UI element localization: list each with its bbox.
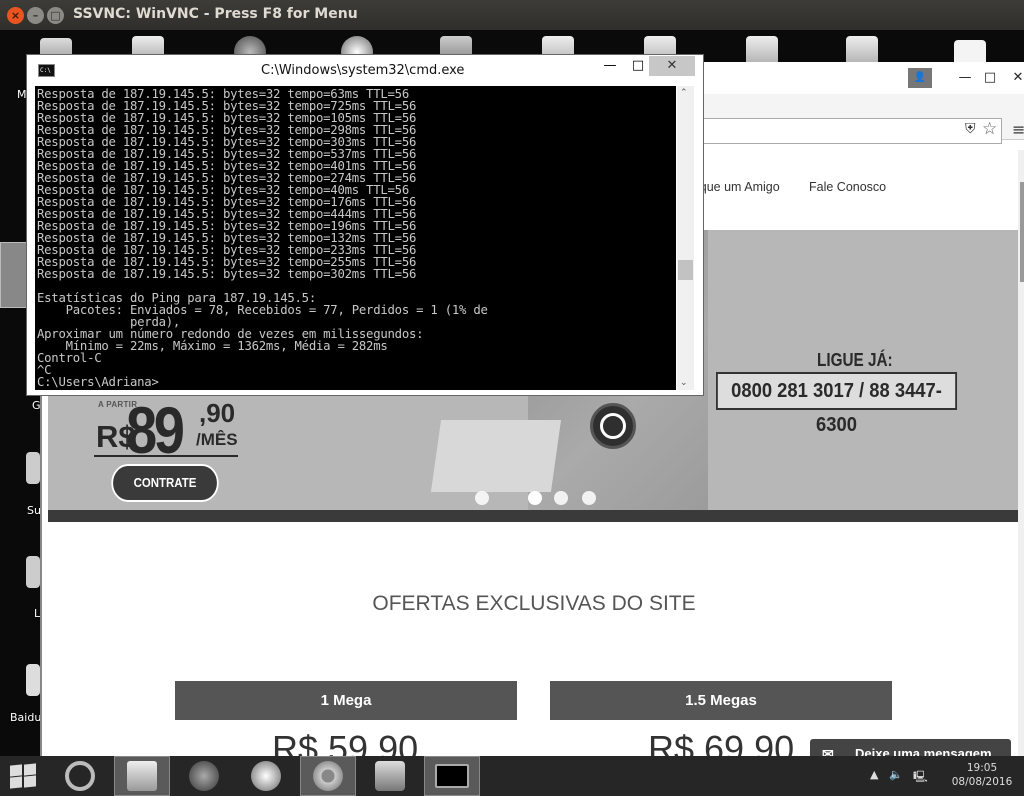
cmd-close-button[interactable]: ✕	[649, 56, 695, 76]
desktop-icon-l[interactable]	[26, 554, 40, 590]
cmd-prompt: C:\Users\Adriana>	[37, 375, 159, 389]
start-button[interactable]	[10, 763, 37, 789]
scroll-up-icon[interactable]: ⌃	[680, 88, 688, 98]
hero-price-underline	[94, 455, 238, 457]
plan-card-1-header[interactable]: 1 Mega	[175, 681, 517, 720]
vnc-close-button[interactable]: ×	[7, 7, 24, 24]
cmd-maximize-button[interactable]: □	[627, 56, 649, 76]
vnc-window-title: SSVNC: WinVNC - Press F8 for Menu	[73, 6, 358, 22]
cmd-scrollbar-thumb[interactable]	[678, 260, 693, 280]
cmd-taskbar-icon[interactable]	[424, 756, 480, 796]
browser-minimize-button[interactable]: —	[952, 68, 978, 88]
contrate-agora-button[interactable]: CONTRATE AGORA	[111, 464, 219, 524]
carousel-dot-4[interactable]	[582, 491, 596, 505]
volume-icon[interactable]: 🔈	[889, 768, 903, 781]
plan-card-2-header[interactable]: 1.5 Megas	[550, 681, 892, 720]
shield-icon[interactable]: ⛨	[965, 121, 976, 137]
browser-maximize-button[interactable]: □	[977, 68, 1003, 88]
hero-price-period: /MÊS	[196, 430, 238, 449]
cmd-window: C:\ C:\Windows\system32\cmd.exe — □ ✕ Re…	[26, 54, 704, 396]
laptop-illustration	[430, 420, 562, 492]
explorer-taskbar-icon[interactable]	[114, 756, 170, 796]
desktop-label-su: Su	[27, 504, 41, 517]
carousel-dot-3[interactable]	[554, 491, 568, 505]
nav-link-fale-conosco[interactable]: Fale Conosco	[809, 180, 886, 194]
menu-icon[interactable]: ≡	[1012, 120, 1024, 139]
vnc-screen: × – □ SSVNC: WinVNC - Press F8 for Menu …	[0, 0, 1024, 796]
browser-close-button[interactable]: ✕	[1005, 68, 1024, 88]
ie-taskbar-icon[interactable]	[52, 756, 108, 796]
network-icon[interactable]: 🖳	[913, 768, 928, 787]
desktop-icon-baidu[interactable]	[26, 662, 40, 698]
globe-icon	[590, 403, 636, 449]
app-taskbar-icon[interactable]	[362, 756, 418, 796]
cmd-line: Resposta de 187.19.145.5: bytes=32 tempo…	[37, 267, 417, 281]
cmd-console[interactable]: Resposta de 187.19.145.5: bytes=32 tempo…	[35, 86, 676, 390]
vnc-titlebar: × – □ SSVNC: WinVNC - Press F8 for Menu	[0, 0, 1024, 30]
vnc-maximize-button[interactable]: □	[47, 7, 64, 24]
phone-number: 0800 281 3017 / 88 3447-6300	[716, 372, 958, 436]
clock-date: 08/08/2016	[951, 776, 1013, 788]
offers-title: OFERTAS EXCLUSIVAS DO SITE	[372, 592, 696, 615]
cmd-window-title: C:\Windows\system32\cmd.exe	[261, 63, 465, 78]
hero-price-cents: ,90	[199, 398, 236, 428]
taskbar-clock[interactable]: 19:05 08/08/2016	[947, 761, 1017, 789]
hero-bottom-strip	[48, 510, 1020, 522]
cmd-app-icon[interactable]: C:\	[38, 64, 55, 77]
clock-time: 19:05	[966, 762, 998, 774]
scroll-down-icon[interactable]: ⌄	[680, 378, 688, 388]
cmd-scrollbar[interactable]: ⌃ ⌄	[677, 86, 694, 390]
bookmark-star-icon[interactable]: ☆	[982, 119, 997, 139]
desktop-icon-su[interactable]	[26, 450, 40, 486]
page-scrollbar-thumb[interactable]	[1020, 182, 1024, 282]
browser-taskbar-icon[interactable]	[238, 756, 294, 796]
nav-link-indique[interactable]: ique um Amigo	[697, 180, 780, 194]
vnc-minimize-button[interactable]: –	[27, 7, 44, 24]
show-hidden-icons[interactable]: ▲	[870, 768, 878, 781]
desktop-label-baidu: Baidu	[10, 711, 42, 724]
user-profile-icon[interactable]: 👤	[908, 68, 932, 88]
cmd-minimize-button[interactable]: —	[599, 56, 621, 76]
ligue-ja-label: LIGUE JÁ:	[817, 350, 893, 370]
carousel-dot-1[interactable]	[475, 491, 489, 505]
carousel-dot-2[interactable]	[528, 491, 542, 505]
firefox-taskbar-icon[interactable]	[176, 756, 232, 796]
chrome-taskbar-icon[interactable]	[300, 756, 356, 796]
